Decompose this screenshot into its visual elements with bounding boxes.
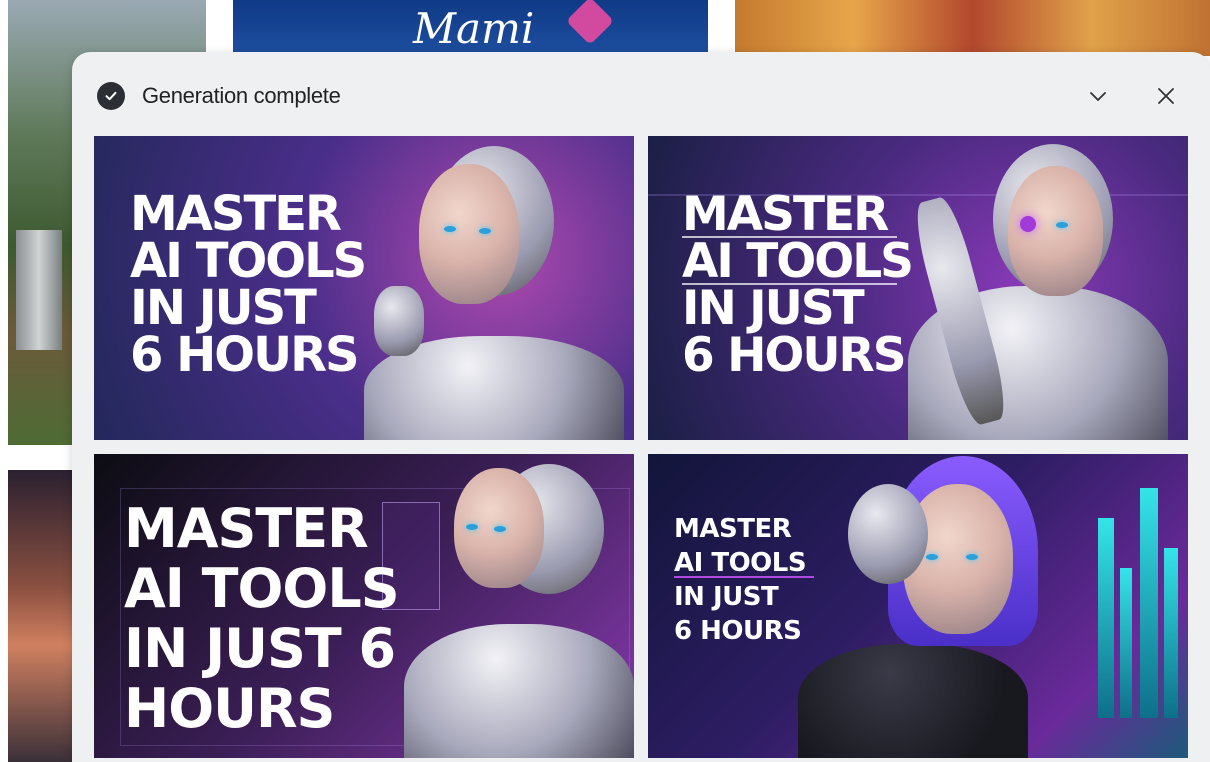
result-image-3[interactable]: MASTER AI TOOLS IN JUST 6 HOURS (94, 454, 634, 758)
pipe-shape (16, 230, 62, 350)
heart-shape (565, 0, 615, 46)
city-skyline (1098, 518, 1114, 718)
city-skyline (1164, 548, 1178, 718)
panel-title: Generation complete (142, 83, 341, 108)
city-skyline (1120, 568, 1132, 718)
city-skyline (1140, 488, 1158, 718)
generation-panel: Generation complete MASTER AI TOOLS IN J… (72, 52, 1210, 762)
result-image-2[interactable]: MASTER AI TOOLS IN JUST 6 HOURS (648, 136, 1188, 440)
result-image-4[interactable]: MASTER AI TOOLS IN JUST 6 HOURS (648, 454, 1188, 758)
collapse-button[interactable] (1082, 80, 1114, 112)
result-headline: MASTER AI TOOLS IN JUST 6 HOURS (682, 187, 914, 383)
chevron-down-icon (1090, 92, 1106, 101)
result-image-1[interactable]: MASTER AI TOOLS IN JUST 6 HOURS (94, 136, 634, 440)
banner-text: Mami (413, 4, 535, 53)
result-headline: MASTER AI TOOLS IN JUST 6 HOURS (124, 497, 400, 740)
gallery-tile-chess[interactable] (8, 470, 72, 762)
gallery-tile-characters[interactable] (735, 0, 1210, 56)
check-circle-icon (97, 82, 125, 110)
result-headline: MASTER AI TOOLS IN JUST 6 HOURS (130, 186, 367, 383)
result-headline: MASTER AI TOOLS IN JUST 6 HOURS (674, 514, 807, 646)
gallery-tile-banner[interactable]: Mami (233, 0, 708, 56)
panel-header: Generation complete (72, 52, 1210, 136)
close-button[interactable] (1150, 80, 1182, 112)
close-icon (1158, 88, 1174, 104)
